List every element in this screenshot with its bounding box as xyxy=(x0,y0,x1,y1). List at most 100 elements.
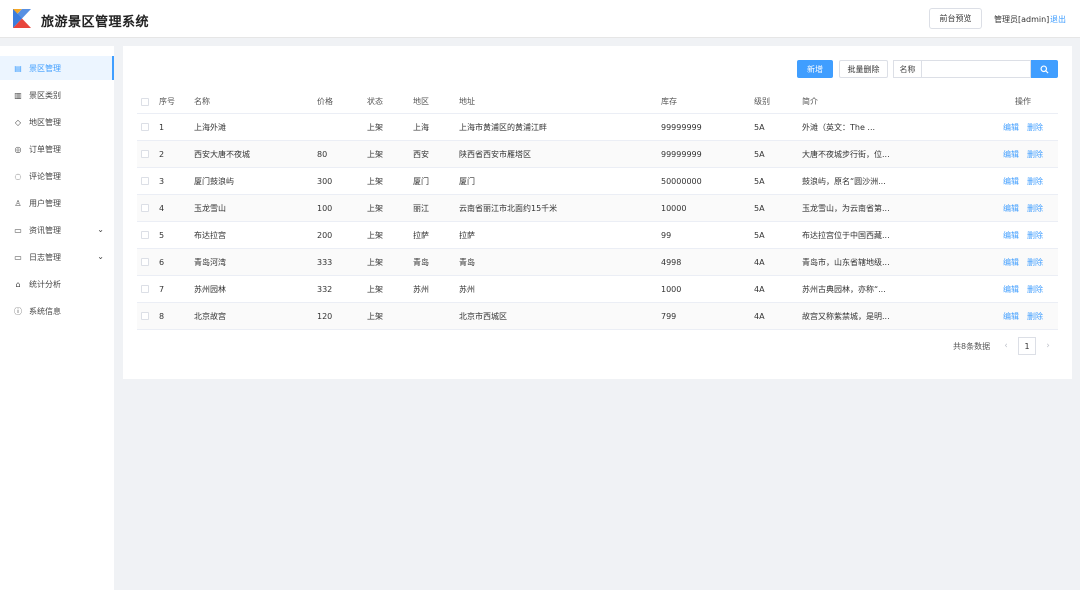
row-select-cell[interactable] xyxy=(141,168,153,194)
cell-name: 玉龙雪山 xyxy=(194,203,226,213)
delete-link[interactable]: 删除 xyxy=(1027,311,1043,322)
app-logo-icon xyxy=(13,9,31,28)
cell-address: 厦门 xyxy=(459,176,475,186)
cell-stock: 99 xyxy=(661,230,672,240)
coin-icon: ◎ xyxy=(14,144,22,154)
sidebar-item-9[interactable]: ⌂ 统计分析 xyxy=(0,272,114,296)
select-all-cell[interactable] xyxy=(141,90,153,113)
sidebar-item-3[interactable]: ◇ 地区管理 xyxy=(0,110,114,134)
cell-no: 3 xyxy=(159,176,165,186)
cell-status: 上架 xyxy=(367,257,383,267)
folder-icon: ▭ xyxy=(14,252,22,262)
cell-price: 120 xyxy=(317,311,333,321)
row-select-cell[interactable] xyxy=(141,141,153,167)
cell-name: 厦门鼓浪屿 xyxy=(194,176,234,186)
edit-link[interactable]: 编辑 xyxy=(1003,257,1019,268)
row-checkbox[interactable] xyxy=(141,312,149,320)
logout-link[interactable]: 退出 xyxy=(1050,14,1066,25)
cell-region: 上海 xyxy=(413,122,429,132)
row-select-cell[interactable] xyxy=(141,276,153,302)
sidebar-item-label: 资讯管理 xyxy=(29,225,61,235)
table-row: 2 西安大唐不夜城 80 上架 西安 陕西省西安市雁塔区 99999999 5A 大唐不夜城步行… xyxy=(137,141,1058,168)
add-button[interactable]: 新增 xyxy=(797,60,833,78)
header-stock: 库存 xyxy=(661,97,677,106)
cell-name: 苏州园林 xyxy=(194,284,226,294)
search-button[interactable] xyxy=(1031,60,1058,78)
select-all-checkbox[interactable] xyxy=(141,97,149,106)
chevron-down-icon: ⌄ xyxy=(97,252,104,261)
row-checkbox[interactable] xyxy=(141,204,149,212)
table-row: 3 厦门鼓浪屿 300 上架 厦门 厦门 50000000 5A 鼓浪屿，原名“圆沙洲... 编辑… xyxy=(137,168,1058,195)
edit-link[interactable]: 编辑 xyxy=(1003,284,1019,295)
cell-region: 西安 xyxy=(413,149,429,159)
cell-stock: 10000 xyxy=(661,203,687,213)
chat-icon: ◌ xyxy=(14,171,22,181)
cell-level: 5A xyxy=(754,203,765,213)
sidebar-item-2[interactable]: ▥ 景区类别 xyxy=(0,83,114,107)
cell-price: 333 xyxy=(317,257,333,267)
edit-link[interactable]: 编辑 xyxy=(1003,122,1019,133)
cell-status: 上架 xyxy=(367,149,383,159)
row-checkbox[interactable] xyxy=(141,177,149,185)
cell-price: 100 xyxy=(317,203,333,213)
sidebar-item-6[interactable]: ♙ 用户管理 xyxy=(0,191,114,215)
row-select-cell[interactable] xyxy=(141,303,153,329)
delete-link[interactable]: 删除 xyxy=(1027,203,1043,214)
home-icon: ⌂ xyxy=(15,279,21,289)
cell-region: 丽江 xyxy=(413,203,429,213)
name-search-input[interactable] xyxy=(921,60,1031,78)
header-region: 地区 xyxy=(413,97,429,106)
cell-stock: 799 xyxy=(661,311,677,321)
row-checkbox[interactable] xyxy=(141,150,149,158)
table-row: 7 苏州园林 332 上架 苏州 苏州 1000 4A 苏州古典园林，亦称“... 编辑 删除 xyxy=(137,276,1058,303)
table-row: 5 布达拉宫 200 上架 拉萨 拉萨 99 5A 布达拉宫位于中国西藏... 编辑 删除 xyxy=(137,222,1058,249)
delete-link[interactable]: 删除 xyxy=(1027,176,1043,187)
cell-stock: 4998 xyxy=(661,257,682,267)
row-checkbox[interactable] xyxy=(141,123,149,131)
row-select-cell[interactable] xyxy=(141,114,153,140)
delete-link[interactable]: 删除 xyxy=(1027,257,1043,268)
sidebar-item-10[interactable]: ⓘ 系统信息 xyxy=(0,299,114,323)
pagination: 共8条数据 ‹ 1 › xyxy=(953,336,1056,356)
sidebar-item-label: 统计分析 xyxy=(29,279,61,289)
cell-level: 5A xyxy=(754,149,765,159)
edit-link[interactable]: 编辑 xyxy=(1003,176,1019,187)
cell-price xyxy=(317,114,362,140)
header-address: 地址 xyxy=(459,97,475,106)
edit-link[interactable]: 编辑 xyxy=(1003,311,1019,322)
app-title: 旅游景区管理系统 xyxy=(41,15,150,30)
row-select-cell[interactable] xyxy=(141,249,153,275)
edit-link[interactable]: 编辑 xyxy=(1003,149,1019,160)
row-checkbox[interactable] xyxy=(141,231,149,239)
prev-page-button[interactable]: ‹ xyxy=(998,337,1014,355)
edit-link[interactable]: 编辑 xyxy=(1003,203,1019,214)
delete-link[interactable]: 删除 xyxy=(1027,230,1043,241)
row-checkbox[interactable] xyxy=(141,285,149,293)
next-page-button[interactable]: › xyxy=(1040,337,1056,355)
frontend-preview-button[interactable]: 前台预览 xyxy=(929,8,982,29)
row-actions: 编辑 删除 xyxy=(997,168,1049,194)
page-number-1[interactable]: 1 xyxy=(1018,337,1037,355)
sidebar-item-5[interactable]: ◌ 评论管理 xyxy=(0,164,114,188)
sidebar-item-1[interactable]: ▤ 景区管理 xyxy=(0,56,114,80)
sidebar-item-label: 景区类别 xyxy=(29,90,61,100)
sidebar-item-label: 系统信息 xyxy=(29,306,61,316)
batch-delete-button[interactable]: 批量删除 xyxy=(839,60,888,78)
header-status: 状态 xyxy=(367,97,383,106)
row-actions: 编辑 删除 xyxy=(997,276,1049,302)
cell-stock: 50000000 xyxy=(661,176,702,186)
cell-price: 332 xyxy=(317,284,333,294)
delete-link[interactable]: 删除 xyxy=(1027,284,1043,295)
current-user: 管理员[admin] xyxy=(994,15,1050,24)
sidebar-item-8[interactable]: ▭ 日志管理 ⌄ xyxy=(0,245,114,269)
edit-link[interactable]: 编辑 xyxy=(1003,230,1019,241)
cell-intro: 外滩（英文：The ... xyxy=(802,122,876,132)
header-actions: 操作 xyxy=(1015,97,1031,106)
delete-link[interactable]: 删除 xyxy=(1027,149,1043,160)
delete-link[interactable]: 删除 xyxy=(1027,122,1043,133)
row-checkbox[interactable] xyxy=(141,258,149,266)
row-select-cell[interactable] xyxy=(141,222,153,248)
sidebar-item-4[interactable]: ◎ 订单管理 xyxy=(0,137,114,161)
row-select-cell[interactable] xyxy=(141,195,153,221)
sidebar-item-7[interactable]: ▭ 资讯管理 ⌄ xyxy=(0,218,114,242)
